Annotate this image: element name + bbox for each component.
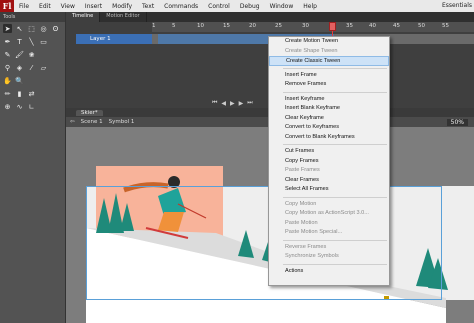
menu-file[interactable]: File bbox=[14, 3, 34, 10]
frame-number: 1 bbox=[152, 23, 156, 29]
paint-bucket-icon[interactable]: ◈ bbox=[15, 63, 24, 72]
stroke-color-icon[interactable]: ✏ bbox=[3, 89, 12, 98]
frame-number: 5 bbox=[172, 23, 176, 29]
menu-debug[interactable]: Debug bbox=[235, 3, 265, 10]
context-menu-item-clear-keyframe[interactable]: Clear Keyframe bbox=[269, 114, 389, 124]
brush-tool-icon[interactable]: 🖌 bbox=[15, 50, 24, 59]
menu-separator bbox=[283, 91, 387, 93]
menu-edit[interactable]: Edit bbox=[34, 3, 56, 10]
frame-number: 55 bbox=[442, 23, 449, 29]
tools-panel-title: Tools bbox=[0, 12, 65, 22]
menu-separator bbox=[283, 67, 387, 69]
step-forward-icon[interactable]: ▶ bbox=[239, 100, 244, 107]
context-menu-item-convert-to-keyframes[interactable]: Convert to Keyframes bbox=[269, 123, 389, 133]
context-menu-item-clear-frames[interactable]: Clear Frames bbox=[269, 176, 389, 186]
line-tool-icon[interactable]: ╲ bbox=[27, 37, 36, 46]
context-menu-item-create-shape-tween: Create Shape Tween bbox=[285, 47, 338, 54]
fill-color-icon[interactable]: ▮ bbox=[15, 89, 24, 98]
3d-rotation-icon[interactable]: ◎ bbox=[39, 24, 48, 33]
straighten-icon[interactable]: ∟ bbox=[27, 102, 36, 111]
menu-control[interactable]: Control bbox=[203, 3, 235, 10]
lasso-tool-icon[interactable]: ʘ bbox=[51, 24, 60, 33]
menu-separator bbox=[283, 239, 387, 241]
pen-tool-icon[interactable]: ✒ bbox=[3, 37, 12, 46]
play-icon[interactable]: ▶ bbox=[230, 100, 235, 107]
menu-view[interactable]: View bbox=[56, 3, 80, 10]
context-menu-item-synchronize-symbols: Synchronize Symbols bbox=[285, 253, 339, 259]
frame-context-menu: Create Motion Tween Create Shape Tween Cre… bbox=[268, 36, 390, 286]
menu-help[interactable]: Help bbox=[298, 3, 322, 10]
tab-timeline[interactable]: Timeline bbox=[66, 12, 101, 22]
context-menu-item-convert-to-blank-keyframes[interactable]: Convert to Blank Keyframes bbox=[269, 133, 389, 143]
context-menu-item-insert-frame[interactable]: Insert Frame bbox=[269, 71, 389, 81]
context-menu-item-insert-keyframe[interactable]: Insert Keyframe bbox=[269, 95, 389, 105]
pencil-tool-icon[interactable]: ✎ bbox=[3, 50, 12, 59]
menu-bar: Fl File Edit View Insert Modify Text Com… bbox=[0, 0, 474, 12]
workspace-switcher[interactable]: Essentials bbox=[442, 2, 472, 9]
tab-motion-editor[interactable]: Motion Editor bbox=[100, 12, 147, 22]
app-logo: Fl bbox=[0, 0, 14, 12]
context-menu-item-reverse-frames: Reverse Frames bbox=[285, 243, 327, 250]
frame-number: 30 bbox=[302, 23, 309, 29]
frame-number: 35 bbox=[346, 23, 353, 29]
context-menu-item-copy-frames[interactable]: Copy Frames bbox=[269, 157, 389, 167]
menu-separator bbox=[283, 144, 387, 145]
smooth-icon[interactable]: ∿ bbox=[15, 102, 24, 111]
menu-modify[interactable]: Modify bbox=[107, 3, 137, 10]
timeline-tab-bar: Timeline Motion Editor bbox=[66, 12, 474, 22]
menu-separator bbox=[283, 196, 387, 198]
menu-insert[interactable]: Insert bbox=[80, 3, 107, 10]
step-back-icon[interactable]: ◀ bbox=[221, 100, 226, 107]
context-menu-item-paste-motion-special: Paste Motion Special... bbox=[285, 229, 343, 235]
frame-ruler[interactable]: 1 5 10 15 20 25 30 35 40 45 50 55 bbox=[152, 22, 474, 32]
hand-tool-icon[interactable]: ✋ bbox=[3, 76, 12, 85]
flash-app-window: Fl File Edit View Insert Modify Text Com… bbox=[0, 0, 474, 323]
context-menu-item-remove-frames[interactable]: Remove Frames bbox=[269, 80, 389, 90]
tools-panel: Tools ➤ ↖ ⬚ ◎ ʘ ✒ T ╲ ▭ ✎ 🖌 ❀ ⚲ ◈ ⁄ ▱ ✋ … bbox=[0, 12, 66, 323]
free-transform-icon[interactable]: ⬚ bbox=[27, 24, 36, 33]
swap-colors-icon[interactable]: ⇄ bbox=[27, 89, 36, 98]
eraser-icon[interactable]: ▱ bbox=[39, 63, 48, 72]
text-tool-icon[interactable]: T bbox=[15, 37, 24, 46]
frame-number: 10 bbox=[197, 23, 204, 29]
menu-text[interactable]: Text bbox=[137, 3, 159, 10]
context-menu-item-select-all-frames[interactable]: Select All Frames bbox=[269, 185, 389, 195]
playhead-handle[interactable] bbox=[329, 22, 336, 31]
go-to-last-frame-icon[interactable]: ⏭ bbox=[247, 99, 252, 107]
menu-window[interactable]: Window bbox=[265, 3, 299, 10]
frame-number: 25 bbox=[275, 23, 282, 29]
context-menu-item-paste-motion: Paste Motion bbox=[285, 219, 318, 226]
frame-number: 40 bbox=[369, 23, 376, 29]
deco-tool-icon[interactable]: ❀ bbox=[27, 50, 36, 59]
context-menu-item-cut-frames[interactable]: Cut Frames bbox=[269, 147, 389, 157]
frame-number: 20 bbox=[249, 23, 256, 29]
frame-number: 50 bbox=[418, 23, 425, 29]
context-menu-item-paste-frames: Paste Frames bbox=[285, 167, 320, 173]
context-menu-item-copy-motion: Copy Motion bbox=[285, 200, 317, 207]
go-to-first-frame-icon[interactable]: ⏮ bbox=[212, 99, 217, 107]
context-menu-item-create-classic-tween[interactable]: Create Classic Tween bbox=[269, 56, 389, 66]
context-menu-item-actions[interactable]: Actions bbox=[269, 267, 389, 277]
layer-name[interactable]: Layer 1 bbox=[90, 36, 111, 42]
rectangle-tool-icon[interactable]: ▭ bbox=[39, 37, 48, 46]
context-menu-item-copy-motion-as-actionscript-3-0: Copy Motion as ActionScript 3.0... bbox=[285, 210, 369, 216]
frame-number: 15 bbox=[223, 23, 230, 29]
bone-tool-icon[interactable]: ⚲ bbox=[3, 63, 12, 72]
eyedropper-icon[interactable]: ⁄ bbox=[27, 63, 36, 72]
frame-number: 45 bbox=[393, 23, 400, 29]
menu-commands[interactable]: Commands bbox=[159, 3, 203, 10]
layer-row[interactable]: Layer 1 bbox=[76, 34, 152, 44]
context-menu-item-create-motion-tween[interactable]: Create Motion Tween bbox=[269, 37, 389, 47]
subselection-tool-icon[interactable]: ↖ bbox=[15, 24, 24, 33]
selection-tool-icon[interactable]: ➤ bbox=[3, 24, 12, 33]
context-menu-item-insert-blank-keyframe[interactable]: Insert Blank Keyframe bbox=[269, 104, 389, 114]
menu-separator bbox=[283, 263, 387, 265]
zoom-tool-icon[interactable]: 🔍 bbox=[15, 76, 24, 85]
snap-to-objects-icon[interactable]: ⊕ bbox=[3, 102, 12, 111]
